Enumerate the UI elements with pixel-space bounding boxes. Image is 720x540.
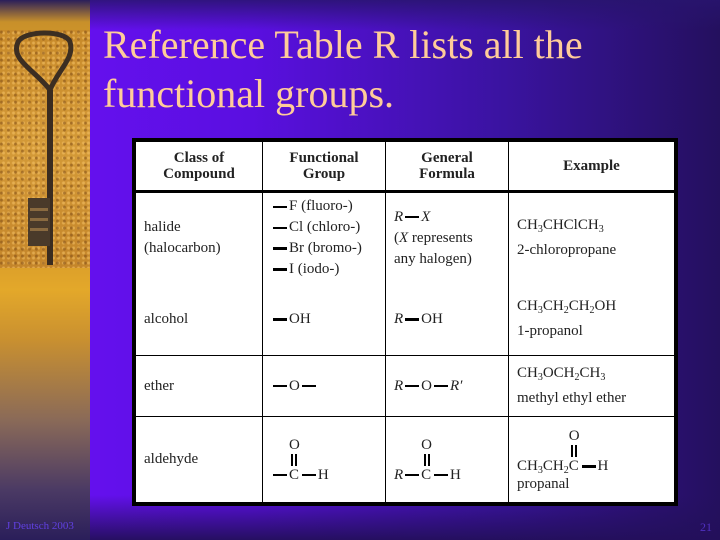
header-class-line1: Class of: [173, 150, 225, 166]
reference-table: Class of Compound Functional Group Gener…: [132, 138, 678, 506]
formula-note-1: (X represents: [394, 229, 473, 246]
page-number: 21: [700, 520, 712, 534]
left-decorative-panel: [0, 0, 90, 540]
header-formula-line1: General: [421, 150, 473, 166]
key-image: [14, 30, 74, 265]
cell-group-aldehyde: OCH: [262, 416, 386, 503]
cell-class-ether: ether: [135, 355, 263, 417]
example-formula-aldehyde: CH3CH2 O C H: [517, 427, 609, 476]
title-line-1: Reference Table R lists all the: [103, 22, 583, 67]
example-name-halide: 2-chloropropane: [517, 242, 617, 259]
header-class: Class of Compound: [135, 141, 263, 193]
cell-class-halide: halide (halocarbon): [135, 191, 263, 284]
cell-group-ether: O: [262, 355, 386, 417]
carbonyl-group: OC: [289, 436, 300, 483]
header-formula-line2: Formula: [419, 166, 475, 182]
cell-class-aldehyde: aldehyde: [135, 416, 263, 503]
cell-example-halide: CH3CHClCH3 2-chloropropane: [508, 191, 675, 284]
halide-label: halide: [144, 219, 181, 236]
example-formula-alcohol: CH3CH2CH2OH: [517, 298, 617, 317]
footer-author: J Deutsch 2003: [6, 520, 74, 532]
example-formula-halide: CH3CHClCH3: [517, 217, 604, 236]
formula-rx: RX: [394, 208, 431, 225]
header-group-line2: Group: [302, 166, 346, 182]
table-row-alcohol: alcohol OH R OH CH3CH2CH2OH 1-propanol: [135, 283, 675, 356]
example-name-aldehyde: propanal: [517, 475, 570, 492]
cell-formula-ether: R O R′: [385, 355, 509, 417]
table-row-aldehyde: aldehyde OCH ROCH CH3CH2 O C H propanal: [135, 416, 675, 503]
group-fluoro: F (fluoro-): [271, 196, 377, 217]
example-name-alcohol: 1-propanol: [517, 323, 583, 340]
cell-group-alcohol: OH: [262, 283, 386, 356]
cell-formula-halide: RX (X represents any halogen): [385, 191, 509, 284]
header-class-line2: Compound: [163, 166, 235, 182]
cell-group-halide: F (fluoro-) Cl (chloro-) Br (bromo-) I (…: [262, 191, 386, 284]
cell-formula-aldehyde: ROCH: [385, 416, 509, 503]
slide-title: Reference Table R lists all the function…: [103, 20, 703, 118]
header-row: Class of Compound Functional Group Gener…: [135, 141, 675, 193]
group-chloro: Cl (chloro-): [271, 217, 377, 238]
formula-note-2: any halogen): [394, 250, 472, 267]
group-iodo: I (iodo-): [271, 259, 377, 280]
cell-formula-alcohol: R OH: [385, 283, 509, 356]
cell-example-ether: CH3OCH2CH3 methyl ethyl ether: [508, 355, 675, 417]
header-group: Functional Group: [262, 141, 386, 193]
header-group-line1: Functional: [289, 150, 359, 166]
example-name-ether: methyl ethyl ether: [517, 390, 627, 406]
cell-class-alcohol: alcohol: [135, 283, 263, 356]
cell-example-aldehyde: CH3CH2 O C H propanal: [508, 416, 675, 503]
table-row-ether: ether O R O R′ CH3OCH2CH3 methyl ethyl eth…: [135, 355, 675, 417]
example-formula-ether: CH3OCH2CH3: [517, 365, 606, 383]
halocarbon-label: (halocarbon): [144, 240, 221, 257]
cell-example-alcohol: CH3CH2CH2OH 1-propanol: [508, 283, 675, 356]
header-example: Example: [508, 141, 675, 193]
title-line-2: functional groups.: [103, 71, 395, 116]
group-bromo: Br (bromo-): [271, 238, 377, 259]
carbonyl-formula: OC: [421, 436, 433, 483]
table-row-halide: halide (halocarbon) F (fluoro-) Cl (chlo…: [135, 191, 675, 284]
header-formula: General Formula: [385, 141, 509, 193]
